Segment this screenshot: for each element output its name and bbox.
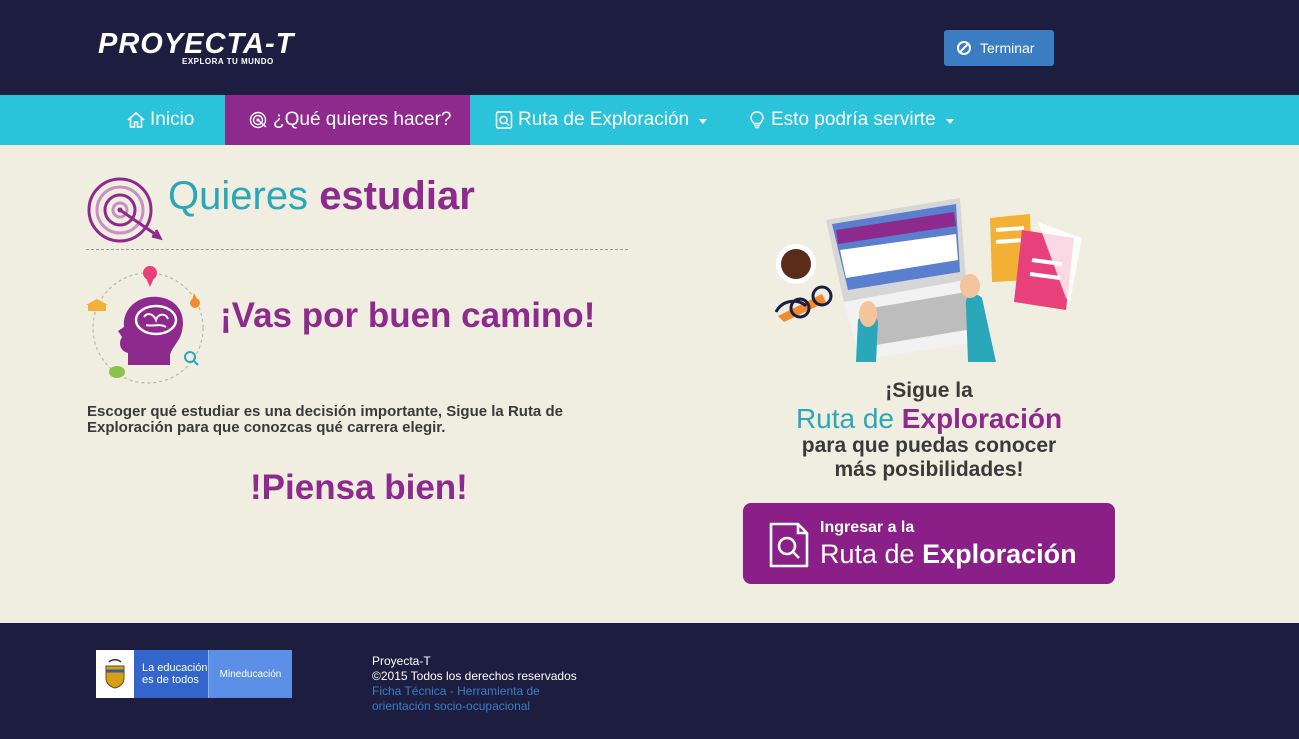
proyecta-t-logo[interactable]: PROYECTA-T EXPLORA TU MUNDO: [98, 28, 295, 67]
nav-item-inicio[interactable]: Inicio: [126, 95, 194, 145]
page-title-part2: estudiar: [319, 174, 475, 218]
ban-icon: [957, 41, 971, 55]
subheading: ¡Vas por buen camino!: [220, 296, 596, 335]
nav-label-ruta-de-exploracion: Ruta de Exploración: [518, 109, 690, 130]
terminar-button[interactable]: Terminar: [944, 30, 1054, 66]
ministry-label: Mineducación: [208, 650, 292, 698]
footer-info: Proyecta-T ©2015 Todos los derechos rese…: [372, 654, 592, 714]
nav-label-que-quieres-hacer: ¿Qué quieres hacer?: [273, 109, 452, 130]
footer-site-name: Proyecta-T: [372, 654, 431, 668]
button-line2-part2: Exploración: [922, 539, 1077, 569]
brain-head-illustration: [86, 266, 204, 384]
nav-label-inicio: Inicio: [150, 109, 195, 130]
callout-line2: Ruta de Exploración: [744, 404, 1114, 434]
page-title: Quieres estudiar: [168, 174, 475, 219]
footer-copyright: ©2015 Todos los derechos reservados: [372, 669, 577, 683]
button-line2-part1: Ruta de: [820, 539, 915, 569]
nav-item-ruta-de-exploracion[interactable]: Ruta de Exploración: [494, 95, 708, 145]
closing-text: !Piensa bien!: [250, 468, 468, 507]
button-line1: Ingresar a la: [820, 519, 915, 536]
target-icon: [249, 111, 267, 129]
lightbulb-icon: [750, 111, 764, 129]
document-search-icon: [769, 522, 809, 568]
callout-line3: para que puedas conocer: [801, 434, 1057, 457]
divider: [86, 249, 628, 250]
mineducacion-logo[interactable]: La educación es de todos Mineducación: [96, 650, 292, 698]
education-slogan: La educación es de todos: [134, 650, 208, 698]
callout-line1: ¡Sigue la: [885, 379, 973, 402]
ficha-tecnica-link[interactable]: Ficha Técnica - Herramienta de orientaci…: [372, 684, 592, 714]
nav-label-esto-podria-servirte: Esto podría servirte: [771, 109, 936, 130]
footer: La educación es de todos Mineducación: [0, 623, 1299, 739]
document-search-icon: [495, 111, 513, 129]
ingresar-ruta-button[interactable]: Ingresar a la Ruta de Exploración: [743, 503, 1115, 584]
target-arrow-icon: [87, 177, 163, 243]
home-icon: [127, 111, 145, 128]
top-header: PROYECTA-T EXPLORA TU MUNDO Terminar: [0, 0, 1299, 95]
chevron-down-icon: [699, 118, 708, 124]
chevron-down-icon: [945, 118, 954, 124]
coat-of-arms-icon: [96, 650, 134, 698]
callout-line2-part2: Exploración: [901, 403, 1063, 434]
slogan-line2: es de todos: [142, 674, 199, 686]
exploration-callout: ¡Sigue la Ruta de Exploración para que p…: [744, 378, 1114, 482]
laptop-desk-illustration: [774, 198, 1082, 362]
logo-text: PROYECTA-T: [98, 28, 295, 60]
button-line2: Ruta de Exploración: [820, 539, 1077, 570]
main-navigation: Inicio ¿Qué quieres hacer? Ruta de Explo…: [0, 95, 1299, 145]
slogan-line1: La educación: [142, 662, 208, 674]
nav-item-esto-podria-servirte[interactable]: Esto podría servirte: [747, 95, 954, 145]
callout-line2-part1: Ruta de: [795, 403, 895, 434]
description-paragraph: Escoger qué estudiar es una decisión imp…: [87, 403, 563, 436]
page-title-part1: Quieres: [168, 174, 309, 218]
callout-line4: más posibilidades!: [834, 458, 1024, 481]
nav-item-que-quieres-hacer[interactable]: ¿Qué quieres hacer?: [225, 95, 470, 145]
terminar-label: Terminar: [980, 40, 1035, 56]
